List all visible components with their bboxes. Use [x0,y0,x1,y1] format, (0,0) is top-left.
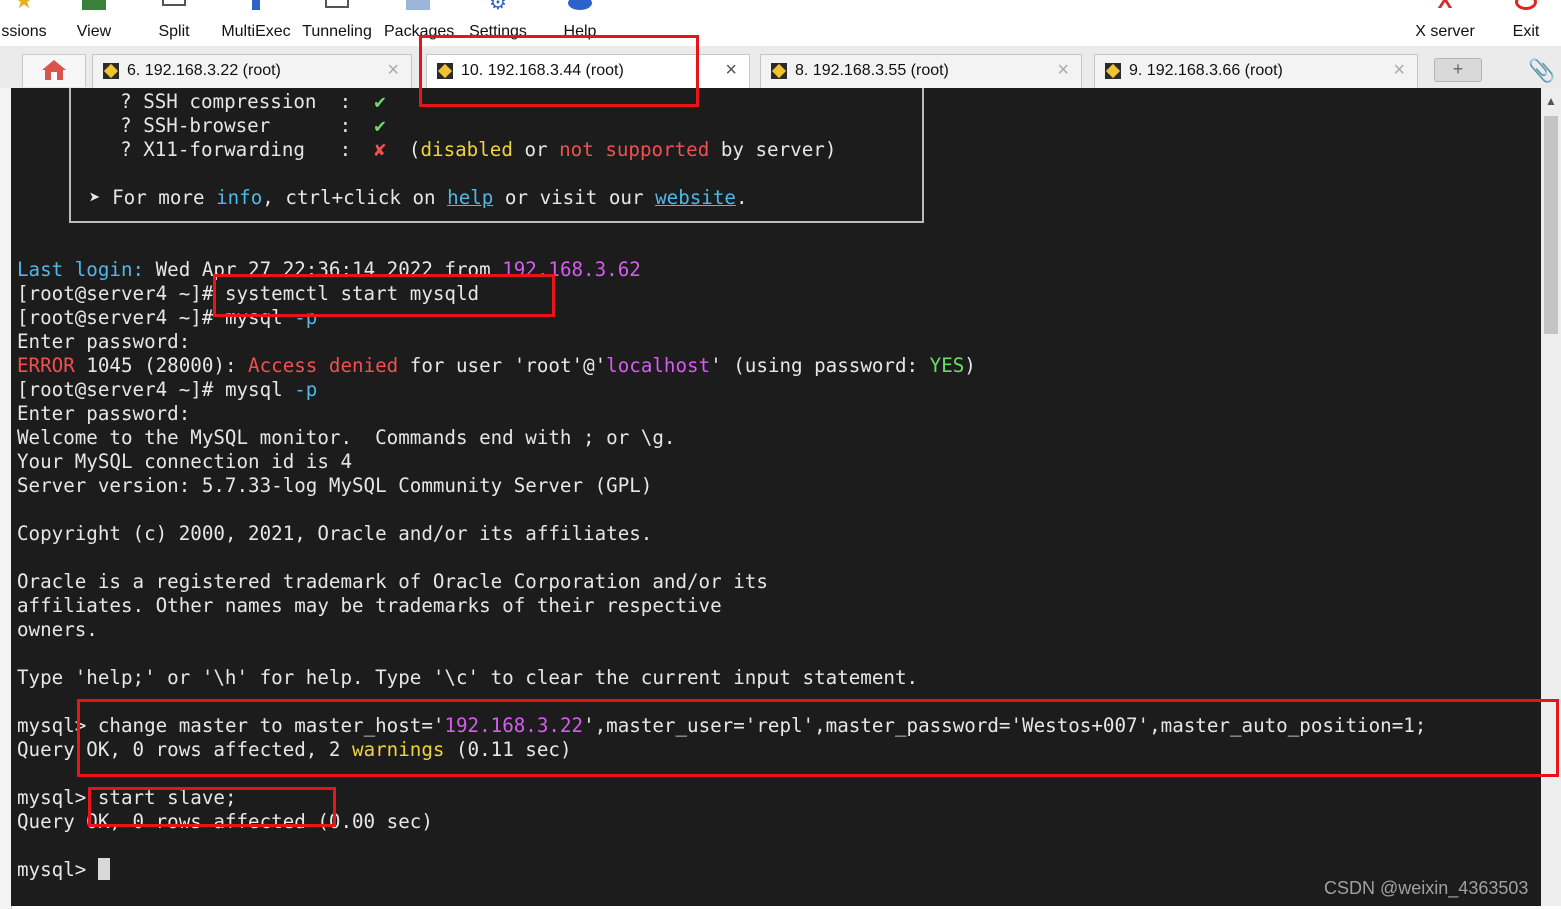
terminal[interactable]: ? SSH compression : ✔ ? SSH-browser : ✔ … [11,88,1541,906]
tab-session-6[interactable]: 6. 192.168.3.22 (root) × [92,54,412,88]
mysql-prompt-line: mysql> [17,858,110,882]
tab-session-9[interactable]: 9. 192.168.3.66 (root) × [1094,54,1418,88]
welcome-line: Welcome to the MySQL monitor. Commands e… [17,426,676,449]
banner-line-x11: ? X11-forwarding : ✘ (disabled or not su… [97,138,837,161]
close-icon[interactable]: × [725,59,737,82]
oracle-line-2: affiliates. Other names may be trademark… [17,594,722,617]
view-icon [82,0,106,10]
type-help-line: Type 'help;' or '\h' for help. Type '\c'… [17,666,919,689]
packages-icon [406,0,430,10]
help-link[interactable]: help [447,186,493,209]
check-icon: ✔ [374,90,386,113]
tab-bar: 6. 192.168.3.22 (root) × 10. 192.168.3.4… [0,46,1561,89]
toolbar: ★ ssions View Split MultiExec Tunneling … [0,0,1561,46]
chevron-up-icon[interactable]: ▲ [1545,94,1557,108]
xserver-button[interactable]: X X server [1410,0,1480,46]
scrollbar[interactable]: ▲ [1541,88,1561,906]
split-icon [162,0,186,6]
exit-button[interactable]: Exit [1504,0,1548,46]
copyright-line: Copyright (c) 2000, 2021, Oracle and/or … [17,522,653,545]
oracle-line-3: owners. [17,618,98,641]
multiexec-icon [252,0,260,10]
server-version-line: Server version: 5.7.33-log MySQL Communi… [17,474,653,497]
split-button[interactable]: Split [150,0,198,46]
view-button[interactable]: View [70,0,118,46]
new-tab-button[interactable]: + [1434,58,1482,82]
tunneling-button[interactable]: Tunneling [300,0,374,46]
home-icon [42,60,66,80]
check-icon: ✔ [374,114,386,137]
scrollbar-thumb[interactable] [1544,116,1558,334]
tab-session-8[interactable]: 8. 192.168.3.55 (root) × [760,54,1082,88]
key-icon [1105,63,1121,79]
star-icon: ★ [14,0,34,13]
close-icon[interactable]: × [1393,59,1405,82]
watermark: CSDN @weixin_4363503 [1324,878,1529,898]
banner-line-browser: ? SSH-browser : ✔ [97,114,386,137]
oracle-line-1: Oracle is a registered trademark of Orac… [17,570,768,593]
key-icon [103,63,119,79]
cmd-line-mysql-2: [root@server4 ~]# mysql -p [17,378,318,401]
error-line: ERROR 1045 (28000): Access denied for us… [17,354,976,377]
highlight-active-tab [419,35,699,107]
website-link[interactable]: website [655,186,736,209]
cursor [97,858,110,880]
cross-icon: ✘ [374,138,386,161]
connection-id-line: Your MySQL connection id is 4 [17,450,353,473]
sessions-button[interactable]: ★ ssions [0,0,48,46]
enter-password-line: Enter password: [17,402,191,425]
gear-icon: ⚙ [489,0,507,14]
plus-icon: + [1452,59,1464,79]
banner-line-more-info: ➤ For more info, ctrl+click on help or v… [89,186,748,209]
highlight-start-slave [88,787,336,827]
key-icon [771,63,787,79]
close-icon[interactable]: × [1057,59,1069,82]
help-icon [568,0,592,10]
paperclip-icon[interactable]: 📎 [1528,58,1555,84]
banner-line-compression: ? SSH compression : ✔ [97,90,386,113]
home-tab[interactable] [22,54,86,87]
highlight-systemctl [213,274,555,317]
multiexec-button[interactable]: MultiExec [220,0,292,46]
enter-password-line: Enter password: [17,330,191,353]
tunneling-icon [325,0,349,8]
power-icon [1515,0,1537,10]
xserver-icon: X [1437,0,1453,13]
close-icon[interactable]: × [387,59,399,82]
highlight-change-master [77,699,1559,777]
